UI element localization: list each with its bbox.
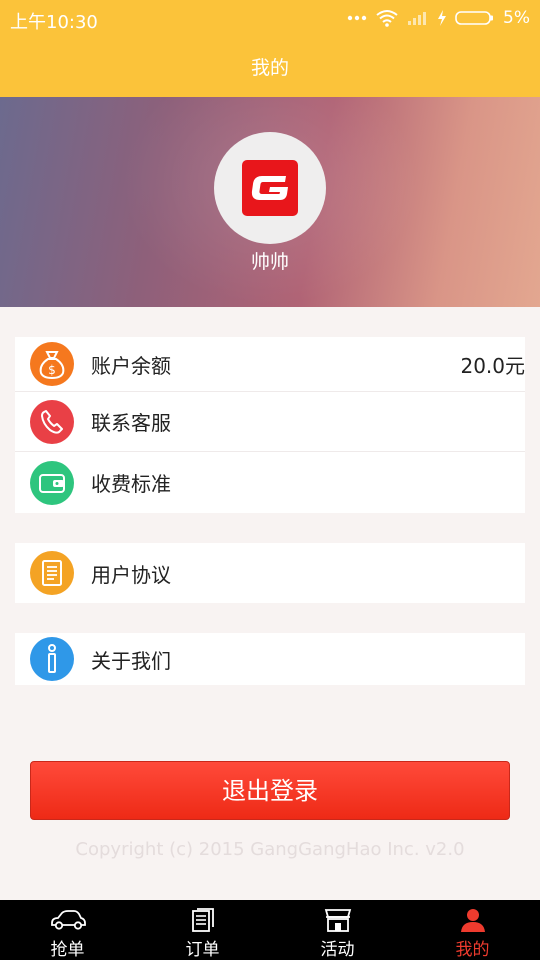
profile-name: 帅帅 xyxy=(250,251,289,273)
page-title: 我的 xyxy=(0,40,540,97)
menu-item-user-agreement[interactable]: 用户协议 xyxy=(15,543,525,603)
status-time: 上午10:30 xyxy=(10,12,98,33)
tab-grab-order[interactable]: 抢单 xyxy=(0,900,135,960)
menu-group-account: $ 账户余额 20.0元 联系客服 收费标准 xyxy=(15,337,525,513)
balance-label: 账户余额 xyxy=(91,353,171,378)
copyright-text: Copyright (c) 2015 GangGangHao Inc. v2.0 xyxy=(75,839,465,860)
tab-activities[interactable]: 活动 xyxy=(270,900,405,960)
orders-icon xyxy=(190,905,216,935)
charging-icon xyxy=(437,10,447,26)
user-icon xyxy=(459,905,487,935)
shop-icon xyxy=(324,905,352,935)
tab-label: 订单 xyxy=(185,940,220,960)
menu-item-pricing[interactable]: 收费标准 xyxy=(15,451,525,513)
phone-icon xyxy=(30,399,74,444)
about-us-label: 关于我们 xyxy=(91,648,171,673)
battery-icon xyxy=(455,10,495,26)
menu-item-about-us[interactable]: 关于我们 xyxy=(15,633,525,685)
tab-label: 我的 xyxy=(455,940,490,960)
money-bag-icon: $ xyxy=(30,342,74,386)
menu-item-contact-support[interactable]: 联系客服 xyxy=(15,391,525,451)
status-icons: 5% xyxy=(347,8,530,28)
contact-support-label: 联系客服 xyxy=(91,411,171,435)
wallet-icon xyxy=(30,460,74,505)
logout-button[interactable]: 退出登录 xyxy=(30,761,510,820)
more-dots-icon xyxy=(347,15,367,21)
info-icon xyxy=(30,637,74,681)
menu-item-balance[interactable]: $ 账户余额 20.0元 xyxy=(15,337,525,391)
wifi-icon xyxy=(375,9,399,27)
avatar[interactable] xyxy=(214,132,326,244)
bottom-tab-bar: 抢单 订单 活动 我的 xyxy=(0,900,540,960)
menu-group-about: 关于我们 xyxy=(15,633,525,685)
user-agreement-label: 用户协议 xyxy=(91,562,171,587)
app-logo-icon xyxy=(242,160,298,216)
svg-text:$: $ xyxy=(48,363,56,377)
tab-orders[interactable]: 订单 xyxy=(135,900,270,960)
status-bar: 上午10:30 5% xyxy=(0,0,540,40)
signal-icon xyxy=(407,10,429,26)
profile-header: 帅帅 xyxy=(0,97,540,307)
tab-label: 抢单 xyxy=(50,940,85,960)
document-icon xyxy=(30,551,74,595)
battery-percent: 5% xyxy=(503,8,530,28)
pricing-label: 收费标准 xyxy=(91,472,171,496)
tab-mine[interactable]: 我的 xyxy=(405,900,540,960)
balance-value: 20.0元 xyxy=(460,353,525,378)
menu-group-agreement: 用户协议 xyxy=(15,543,525,603)
car-icon xyxy=(49,905,87,935)
tab-label: 活动 xyxy=(320,940,355,960)
